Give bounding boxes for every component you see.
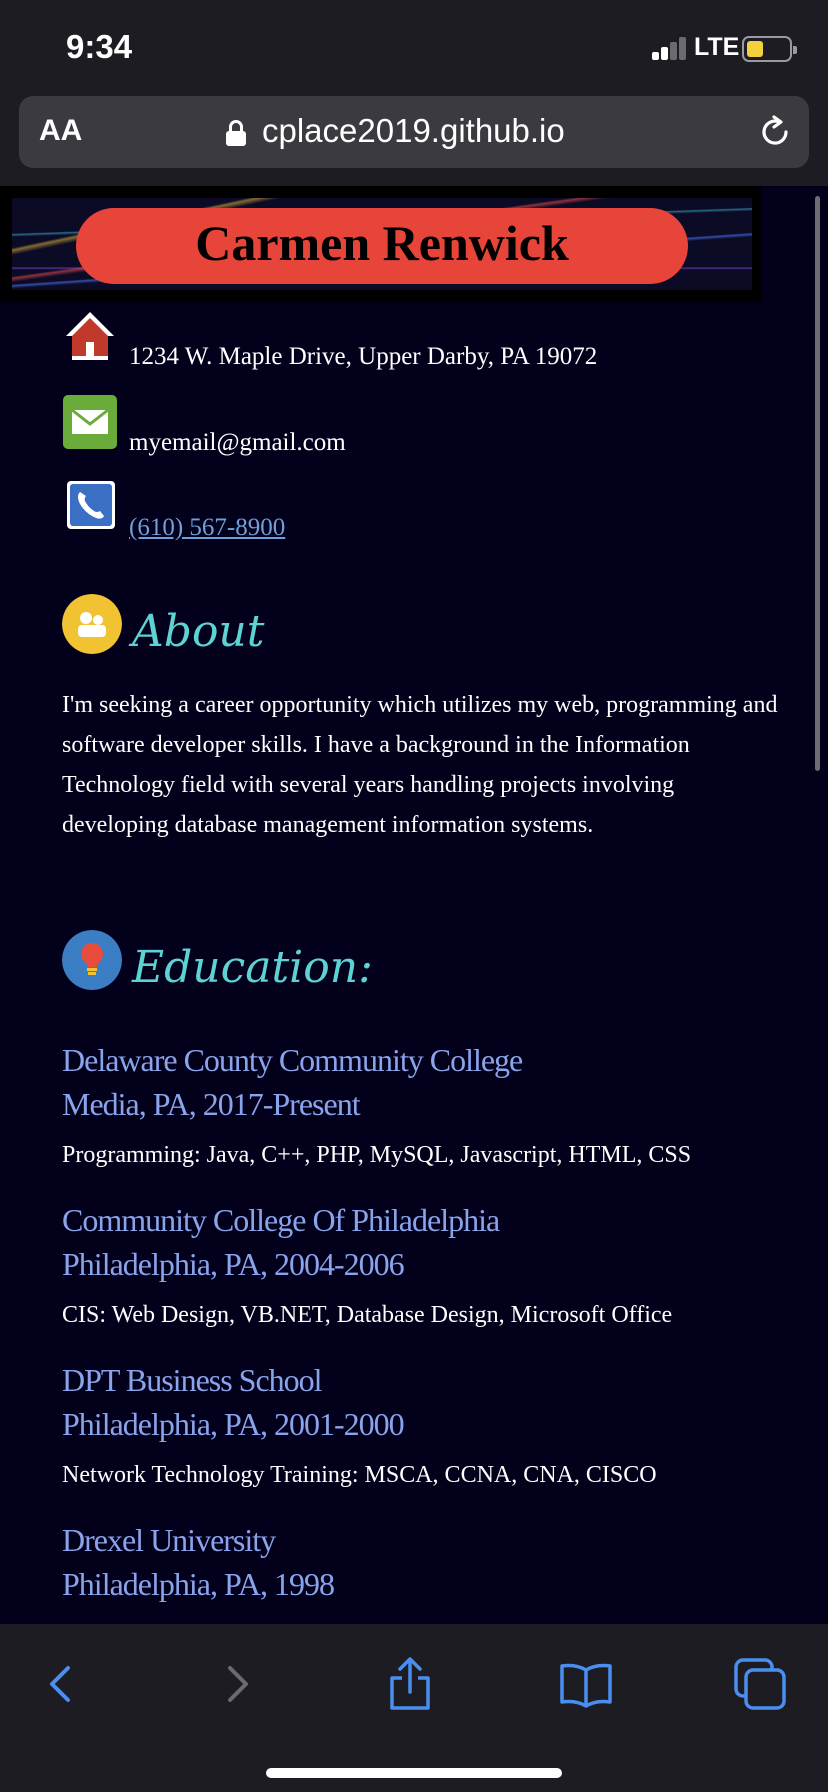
mail-icon xyxy=(63,395,117,449)
school-name: Community College Of Philadelphia xyxy=(62,1202,500,1238)
signal-icon xyxy=(652,36,688,60)
page-title: Carmen Renwick xyxy=(195,215,569,271)
education-item: DPT Business School Philadelphia, PA, 20… xyxy=(62,1358,405,1446)
education-item: Drexel University Philadelphia, PA, 1998 xyxy=(62,1518,335,1606)
school-location: Media, PA, 2017-Present xyxy=(62,1086,361,1122)
school-location: Philadelphia, PA, 2004-2006 xyxy=(62,1246,405,1282)
phone-link[interactable]: (610) 567-8900 xyxy=(129,514,285,542)
url-text[interactable]: cplace2019.github.io xyxy=(262,112,565,150)
reload-icon[interactable] xyxy=(757,114,793,150)
text-size-button[interactable]: AA xyxy=(39,114,82,148)
lightbulb-icon xyxy=(62,930,122,990)
bookmarks-icon[interactable] xyxy=(556,1654,616,1714)
school-description: CIS: Web Design, VB.NET, Database Design… xyxy=(62,1302,673,1328)
school-name: Drexel University xyxy=(62,1522,276,1558)
network-type: LTE xyxy=(694,33,740,61)
back-icon[interactable] xyxy=(32,1654,92,1714)
battery-icon xyxy=(742,36,797,62)
share-icon[interactable] xyxy=(380,1654,440,1714)
school-location: Philadelphia, PA, 1998 xyxy=(62,1566,335,1602)
education-item: Community College Of Philadelphia Philad… xyxy=(62,1198,500,1286)
browser-toolbar xyxy=(0,1624,828,1792)
header-banner: Carmen Renwick xyxy=(0,186,762,302)
address-bar[interactable]: AA cplace2019.github.io xyxy=(19,96,809,168)
school-description: Network Technology Training: MSCA, CCNA,… xyxy=(62,1462,657,1488)
web-page: Carmen Renwick 1234 W. Maple Drive, Uppe… xyxy=(0,186,828,1624)
text-size-label: AA xyxy=(39,114,83,147)
page-scrollbar[interactable] xyxy=(815,196,820,771)
phone-icon xyxy=(67,481,115,529)
people-icon xyxy=(62,594,122,654)
status-time: 9:34 xyxy=(66,28,133,65)
school-name: DPT Business School xyxy=(62,1362,323,1398)
school-description: Programming: Java, C++, PHP, MySQL, Java… xyxy=(62,1142,692,1168)
school-location: Philadelphia, PA, 2001-2000 xyxy=(62,1406,405,1442)
education-heading: Education: xyxy=(132,942,373,993)
address-text: 1234 W. Maple Drive, Upper Darby, PA 190… xyxy=(129,343,598,370)
home-indicator[interactable] xyxy=(266,1768,562,1778)
about-heading: About xyxy=(132,606,265,657)
about-text: I'm seeking a career opportunity which u… xyxy=(62,692,778,838)
email-text: myemail@gmail.com xyxy=(129,429,346,456)
tabs-icon[interactable] xyxy=(730,1654,790,1714)
status-bar: 9:34 LTE xyxy=(0,0,828,96)
forward-icon[interactable] xyxy=(206,1654,266,1714)
school-name: Delaware County Community College xyxy=(62,1042,523,1078)
lock-icon xyxy=(226,120,246,146)
home-icon xyxy=(66,312,114,360)
education-item: Delaware County Community College Media,… xyxy=(62,1038,523,1126)
